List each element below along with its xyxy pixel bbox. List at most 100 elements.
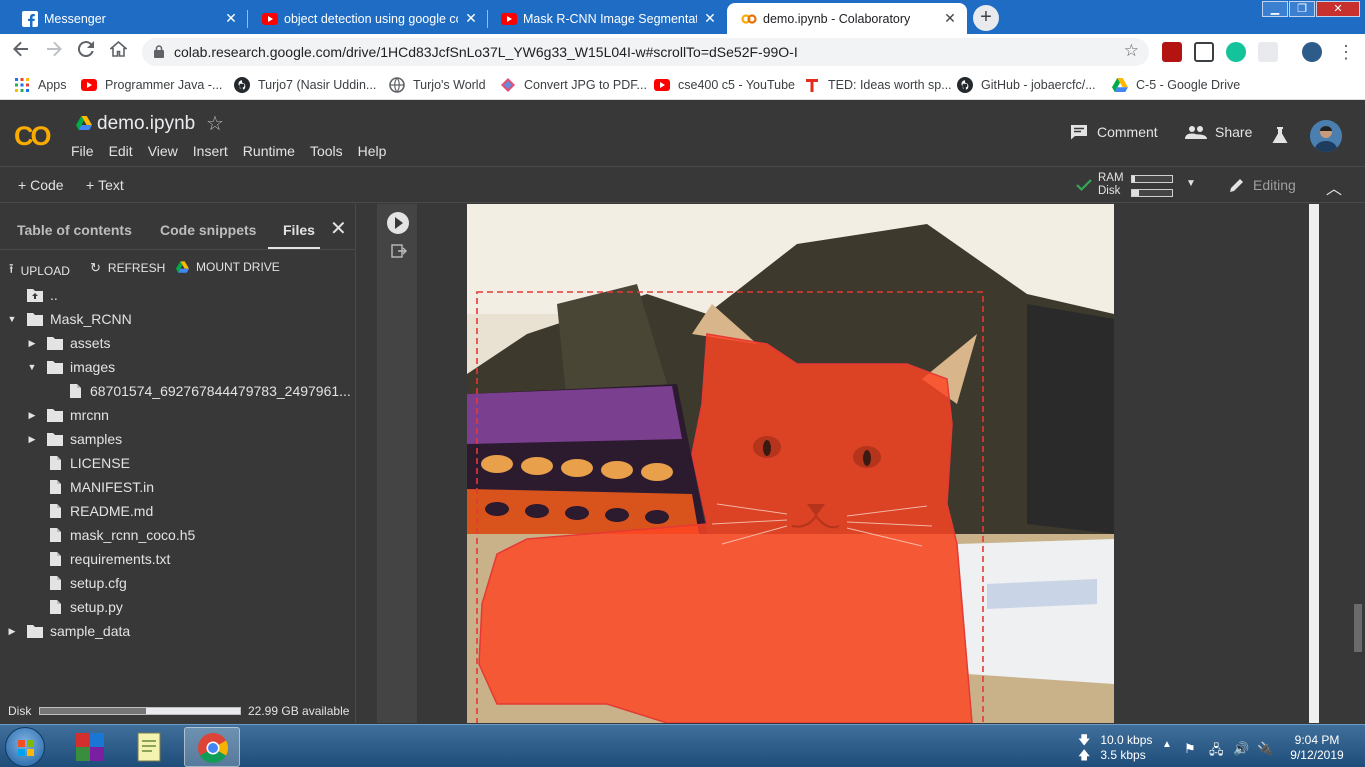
bookmark-google-drive[interactable]: C-5 - Google Drive <box>1112 76 1240 94</box>
collapse-header-icon[interactable]: ︿ <box>1326 175 1342 199</box>
tree-folder-item[interactable]: ▶ sample_data <box>6 620 131 642</box>
disk-available-text: 22.99 GB available <box>248 704 350 718</box>
tree-file-item[interactable]: MANIFEST.in <box>26 476 154 498</box>
tree-file-item[interactable]: setup.py <box>26 596 123 618</box>
bookmark-star-icon[interactable]: ☆ <box>1124 41 1139 61</box>
bookmark-convert-jpg[interactable]: Convert JPG to PDF... <box>500 76 647 94</box>
tree-file-item[interactable]: README.md <box>26 500 153 522</box>
star-notebook-icon[interactable]: ☆ <box>206 111 224 136</box>
maximize-button[interactable]: ❐ <box>1289 1 1315 17</box>
bookmark-github-jobaercfc[interactable]: GitHub - jobaercfc/... <box>957 76 1096 94</box>
volume-icon[interactable]: 🔊 <box>1233 741 1249 757</box>
power-icon[interactable]: 🔌 <box>1257 741 1273 757</box>
profile-avatar[interactable] <box>1302 42 1322 62</box>
taskbar-app-winrar[interactable] <box>62 727 118 767</box>
refresh-button[interactable]: ↻ REFRESH <box>90 260 165 276</box>
tree-folder-item[interactable]: ▼ images <box>26 356 116 378</box>
browser-tab-object-detection[interactable]: object detection using google co ✕ <box>248 3 488 34</box>
tree-file-item[interactable]: setup.cfg <box>26 572 127 594</box>
show-hidden-icons-icon[interactable]: ▲ <box>1162 739 1172 750</box>
start-button[interactable] <box>5 727 45 767</box>
address-bar[interactable]: colab.research.google.com/drive/1HCd83Jc… <box>142 38 1149 66</box>
browser-tab-colab[interactable]: demo.ipynb - Colaboratory ✕ <box>727 3 967 34</box>
menu-file[interactable]: File <box>71 143 94 159</box>
extension-placeholder-icon[interactable] <box>1258 42 1278 62</box>
add-code-cell-button[interactable]: + Code <box>18 177 64 193</box>
menu-help[interactable]: Help <box>358 143 387 159</box>
taskbar-app-chrome[interactable] <box>184 727 240 767</box>
upload-button[interactable]: ⭱ UPLOAD <box>9 260 70 282</box>
bookmark-ted[interactable]: TED: Ideas worth sp... <box>804 76 952 94</box>
chrome-menu-icon[interactable]: ⋮ <box>1334 40 1358 64</box>
add-code-label: Code <box>30 177 64 193</box>
editing-mode-button[interactable]: Editing <box>1229 177 1296 193</box>
menu-tools[interactable]: Tools <box>310 143 343 159</box>
menu-view[interactable]: View <box>148 143 178 159</box>
expand-caret-icon[interactable]: ▶ <box>26 338 38 349</box>
expand-caret-icon[interactable]: ▶ <box>26 434 38 445</box>
active-tab-indicator <box>268 247 320 249</box>
menu-edit[interactable]: Edit <box>109 143 133 159</box>
acrobat-extension-icon[interactable] <box>1162 42 1182 62</box>
folder-icon <box>27 625 43 638</box>
tab-close-icon[interactable]: ✕ <box>462 9 480 27</box>
tree-folder-item[interactable]: ▶ assets <box>26 332 111 354</box>
tree-file-item[interactable]: 68701574_692767844479783_2497961... <box>46 380 351 402</box>
tree-folder-item[interactable]: ▶ mrcnn <box>26 404 109 426</box>
back-button[interactable] <box>9 40 33 64</box>
page-scrollbar-thumb[interactable] <box>1354 604 1362 652</box>
tab-close-icon[interactable]: ✕ <box>701 9 719 27</box>
system-clock[interactable]: 9:04 PM 9/12/2019 <box>1282 733 1352 763</box>
grammarly-extension-icon[interactable] <box>1226 42 1246 62</box>
home-button[interactable] <box>106 40 130 64</box>
action-center-flag-icon[interactable]: ⚑ <box>1184 741 1196 757</box>
collapse-caret-icon[interactable]: ▼ <box>26 362 38 372</box>
run-cell-button[interactable] <box>387 212 409 234</box>
reload-button[interactable] <box>74 40 98 64</box>
tree-folder-item[interactable]: ▼ Mask_RCNN <box>6 308 132 330</box>
share-button[interactable]: Share <box>1185 124 1252 140</box>
minimize-button[interactable]: ▁ <box>1262 1 1288 17</box>
expand-caret-icon[interactable]: ▶ <box>26 410 38 421</box>
labs-flask-icon[interactable] <box>1272 126 1288 144</box>
new-tab-button[interactable]: + <box>973 5 999 31</box>
tab-files[interactable]: Files <box>283 222 315 238</box>
mount-drive-button[interactable]: MOUNT DRIVE <box>176 260 280 274</box>
bookmark-turjo7[interactable]: Turjo7 (Nasir Uddin... <box>234 76 376 94</box>
bookmark-turjos-world[interactable]: Turjo's World <box>389 76 486 94</box>
notebook-title[interactable]: demo.ipynb <box>97 113 195 135</box>
network-icon[interactable]: 🖧 <box>1209 741 1224 763</box>
bookmark-cse400[interactable]: cse400 c5 - YouTube <box>654 76 795 94</box>
collapse-caret-icon[interactable]: ▼ <box>6 314 18 324</box>
tree-folder-item[interactable]: ▶ samples <box>26 428 123 450</box>
file-icon <box>50 552 61 566</box>
tab-close-icon[interactable]: ✕ <box>941 9 959 27</box>
tree-file-item[interactable]: LICENSE <box>26 452 130 474</box>
tree-file-item[interactable]: mask_rcnn_coco.h5 <box>26 524 195 546</box>
forward-button[interactable] <box>42 40 66 64</box>
screen-capture-extension-icon[interactable] <box>1194 42 1214 62</box>
window-close-button[interactable]: ✕ <box>1316 1 1360 17</box>
browser-tab-messenger[interactable]: Messenger ✕ <box>8 3 248 34</box>
resources-dropdown-icon[interactable]: ▼ <box>1186 178 1196 189</box>
close-panel-icon[interactable]: ✕ <box>330 216 347 241</box>
bookmark-apps[interactable]: Apps <box>14 76 67 94</box>
tab-code-snippets[interactable]: Code snippets <box>160 222 256 238</box>
expand-caret-icon[interactable]: ▶ <box>6 626 18 637</box>
menu-runtime[interactable]: Runtime <box>243 143 295 159</box>
user-avatar[interactable] <box>1310 120 1342 152</box>
tree-parent-item[interactable]: .. <box>6 284 58 306</box>
output-actions-icon[interactable] <box>391 244 407 258</box>
taskbar-app-notepad[interactable] <box>122 727 178 767</box>
comment-button[interactable]: Comment <box>1070 124 1158 140</box>
browser-tab-mask-rcnn[interactable]: Mask R-CNN Image Segmentatio ✕ <box>487 3 727 34</box>
colab-logo[interactable]: CO <box>14 121 51 152</box>
add-text-cell-button[interactable]: + Text <box>86 177 124 193</box>
tree-file-item[interactable]: requirements.txt <box>26 548 170 570</box>
output-scroll-track[interactable] <box>1309 204 1319 723</box>
tab-close-icon[interactable]: ✕ <box>222 9 240 27</box>
tab-table-of-contents[interactable]: Table of contents <box>17 222 132 238</box>
menu-insert[interactable]: Insert <box>193 143 228 159</box>
bookmark-programmer-java[interactable]: Programmer Java -... <box>81 76 222 94</box>
tree-item-label: samples <box>70 431 123 447</box>
